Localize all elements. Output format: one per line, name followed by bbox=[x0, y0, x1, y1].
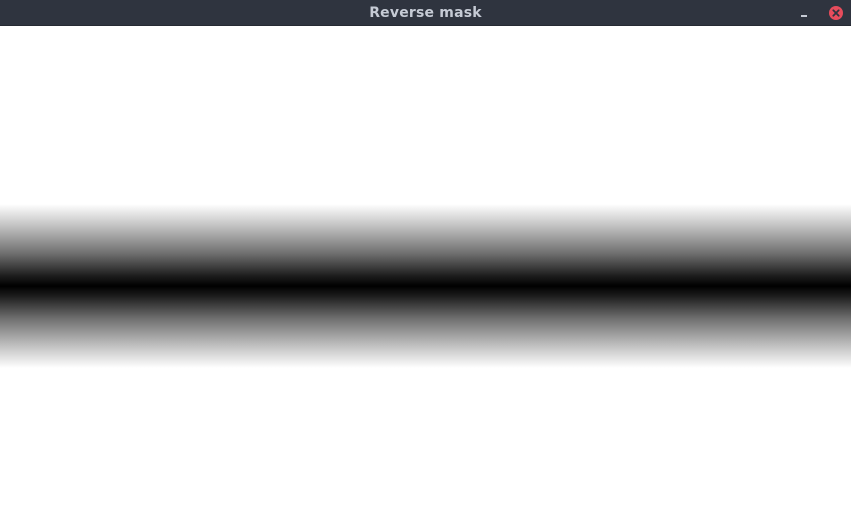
close-icon bbox=[829, 6, 843, 20]
title-bar[interactable]: Reverse mask bbox=[0, 0, 851, 26]
window-title: Reverse mask bbox=[369, 5, 482, 21]
minimize-button[interactable] bbox=[794, 4, 812, 22]
reverse-mask-gradient-band bbox=[0, 204, 851, 368]
minimize-icon bbox=[801, 15, 807, 17]
canvas-area[interactable] bbox=[0, 26, 851, 506]
close-button[interactable] bbox=[828, 5, 844, 21]
app-window: Reverse mask bbox=[0, 0, 851, 506]
